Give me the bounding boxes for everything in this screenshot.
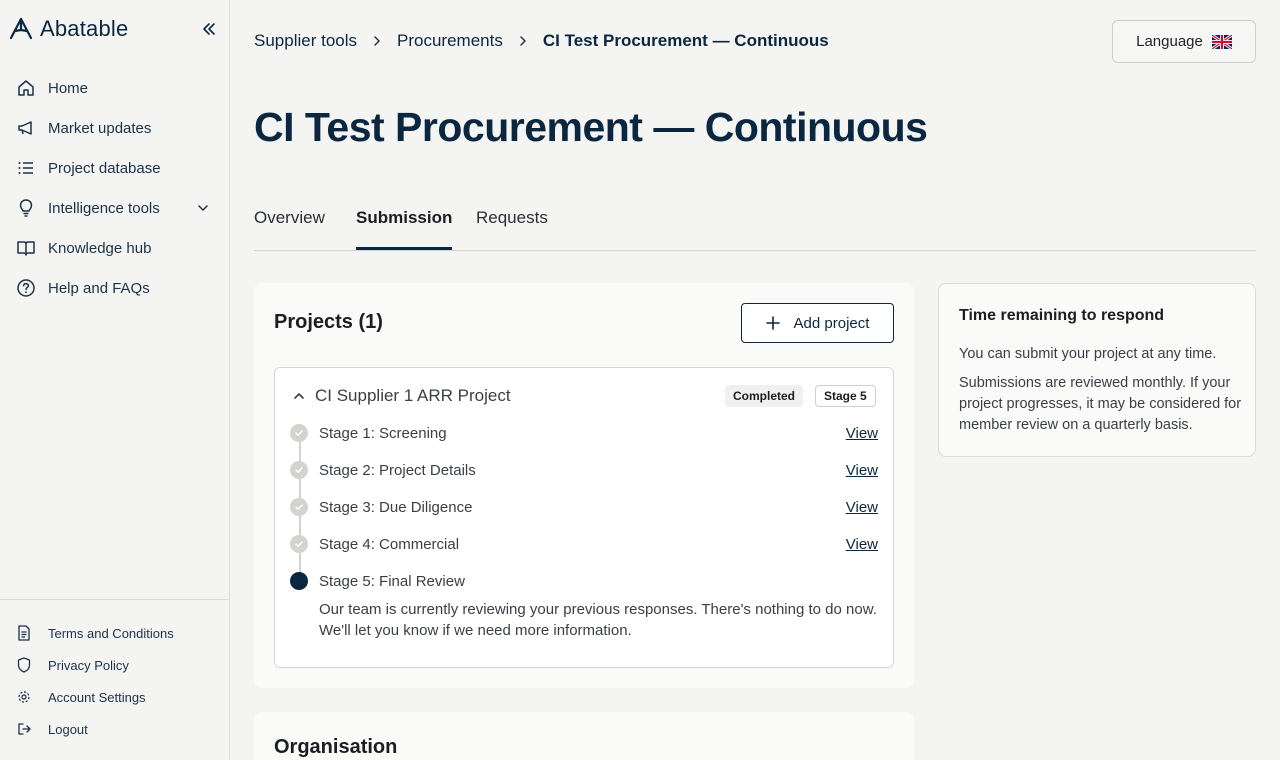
sidebar-item-help[interactable]: Help and FAQs [0, 268, 229, 308]
breadcrumb-procurements[interactable]: Procurements [397, 31, 503, 51]
list-icon [16, 158, 36, 178]
stage-view-link[interactable]: View [846, 499, 878, 516]
organisation-title: Organisation [274, 736, 398, 758]
language-label: Language [1136, 33, 1203, 50]
terms-label: Terms and Conditions [48, 625, 174, 641]
tabs: Overview Submission Requests [254, 200, 1256, 251]
uk-flag-icon [1211, 34, 1232, 49]
privacy-label: Privacy Policy [48, 657, 129, 673]
stage-label: Stage 5: Final Review [319, 572, 465, 590]
stage-item: Stage 1: Screening View [290, 423, 878, 443]
help-circle-icon [16, 278, 36, 298]
sidebar-footer: Terms and Conditions Privacy Policy Acco… [0, 599, 229, 745]
project-toggle[interactable]: CI Supplier 1 ARR Project [293, 386, 511, 406]
project-item: CI Supplier 1 ARR Project Completed Stag… [274, 367, 894, 668]
sidebar-item-label: Knowledge hub [48, 239, 152, 257]
terms-link[interactable]: Terms and Conditions [0, 617, 229, 649]
check-circle-icon [290, 461, 308, 479]
account-settings-link[interactable]: Account Settings [0, 681, 229, 713]
projects-title: Projects (1) [274, 311, 383, 333]
sidebar-item-label: Intelligence tools [48, 199, 160, 217]
breadcrumb-current: CI Test Procurement — Continuous [542, 31, 829, 50]
organisation-card: Organisation [254, 712, 914, 760]
brand-name: Abatable [40, 16, 129, 41]
abatable-logo-icon [9, 17, 33, 40]
document-icon [16, 625, 32, 641]
sidebar-item-label: Help and FAQs [48, 279, 150, 297]
chevron-right-icon [369, 33, 385, 49]
breadcrumb-supplier-tools[interactable]: Supplier tools [254, 31, 357, 51]
sidebar-item-home[interactable]: Home [0, 68, 229, 108]
stage-view-link[interactable]: View [846, 536, 878, 553]
account-settings-label: Account Settings [48, 689, 146, 705]
sidebar: Abatable Home Market updates Project dat… [0, 0, 230, 760]
time-remaining-text: You can submit your project at any time. [959, 346, 1217, 362]
tab-overview[interactable]: Overview [254, 208, 325, 250]
page-title: CI Test Procurement — Continuous [254, 104, 928, 150]
collapse-sidebar-button[interactable] [198, 18, 220, 40]
time-remaining-text: Submissions are reviewed monthly. If you… [959, 375, 1242, 433]
add-project-label: Add project [793, 314, 870, 332]
time-remaining-title: Time remaining to respond [959, 307, 1165, 324]
check-circle-icon [290, 535, 308, 553]
stage-view-link[interactable]: View [846, 425, 878, 442]
sidebar-item-label: Home [48, 79, 89, 97]
stage-badge: Stage 5 [815, 385, 876, 407]
gear-icon [16, 689, 32, 705]
home-icon [16, 78, 36, 98]
tab-requests[interactable]: Requests [476, 208, 548, 250]
check-circle-icon [290, 424, 308, 442]
lightbulb-icon [16, 198, 36, 218]
stage-view-link[interactable]: View [846, 462, 878, 479]
plus-icon [765, 316, 780, 330]
stage-label: Stage 3: Due Diligence [319, 498, 473, 516]
current-stage-dot-icon [290, 572, 308, 590]
stage-item: Stage 3: Due Diligence View [290, 497, 878, 517]
stage-item-current: Stage 5: Final Review [290, 571, 878, 591]
privacy-link[interactable]: Privacy Policy [0, 649, 229, 681]
projects-card: Projects (1) Add project CI Supplier 1 A… [254, 283, 914, 688]
book-icon [16, 238, 36, 258]
check-circle-icon [290, 498, 308, 516]
stage-item: Stage 2: Project Details View [290, 460, 878, 480]
sidebar-item-label: Project database [48, 159, 161, 177]
time-remaining-card: Time remaining to respond You can submit… [938, 283, 1256, 457]
stage-note: Our team is currently reviewing your pre… [319, 599, 879, 641]
status-badge: Completed [725, 385, 804, 407]
stage-label: Stage 4: Commercial [319, 535, 460, 553]
stage-item: Stage 4: Commercial View [290, 534, 878, 554]
megaphone-icon [16, 118, 36, 138]
stage-note-line: Our team is currently reviewing your pre… [319, 601, 877, 618]
logout-link[interactable]: Logout [0, 713, 229, 745]
stage-note-line: We'll let you know if we need more infor… [319, 622, 632, 639]
chevron-down-icon[interactable] [195, 200, 211, 216]
logout-icon [16, 721, 32, 737]
breadcrumb: Supplier tools Procurements CI Test Proc… [254, 30, 829, 52]
logout-label: Logout [48, 721, 88, 737]
shield-icon [16, 657, 32, 673]
sidebar-item-project-database[interactable]: Project database [0, 148, 229, 188]
logo[interactable]: Abatable [8, 16, 222, 42]
chevron-up-icon [294, 393, 304, 399]
project-name: CI Supplier 1 ARR Project [315, 386, 511, 405]
sidebar-item-market-updates[interactable]: Market updates [0, 108, 229, 148]
sidebar-item-label: Market updates [48, 119, 152, 137]
sidebar-item-intelligence-tools[interactable]: Intelligence tools [0, 188, 229, 228]
stage-label: Stage 2: Project Details [319, 461, 476, 479]
tab-submission[interactable]: Submission [356, 208, 453, 250]
stage-label: Stage 1: Screening [319, 424, 447, 442]
sidebar-item-knowledge-hub[interactable]: Knowledge hub [0, 228, 229, 268]
double-chevron-left-icon [203, 23, 215, 35]
sidebar-nav: Home Market updates Project database Int… [0, 68, 229, 308]
chevron-right-icon [515, 33, 531, 49]
add-project-button[interactable]: Add project [741, 303, 894, 343]
language-button[interactable]: Language [1112, 20, 1256, 63]
